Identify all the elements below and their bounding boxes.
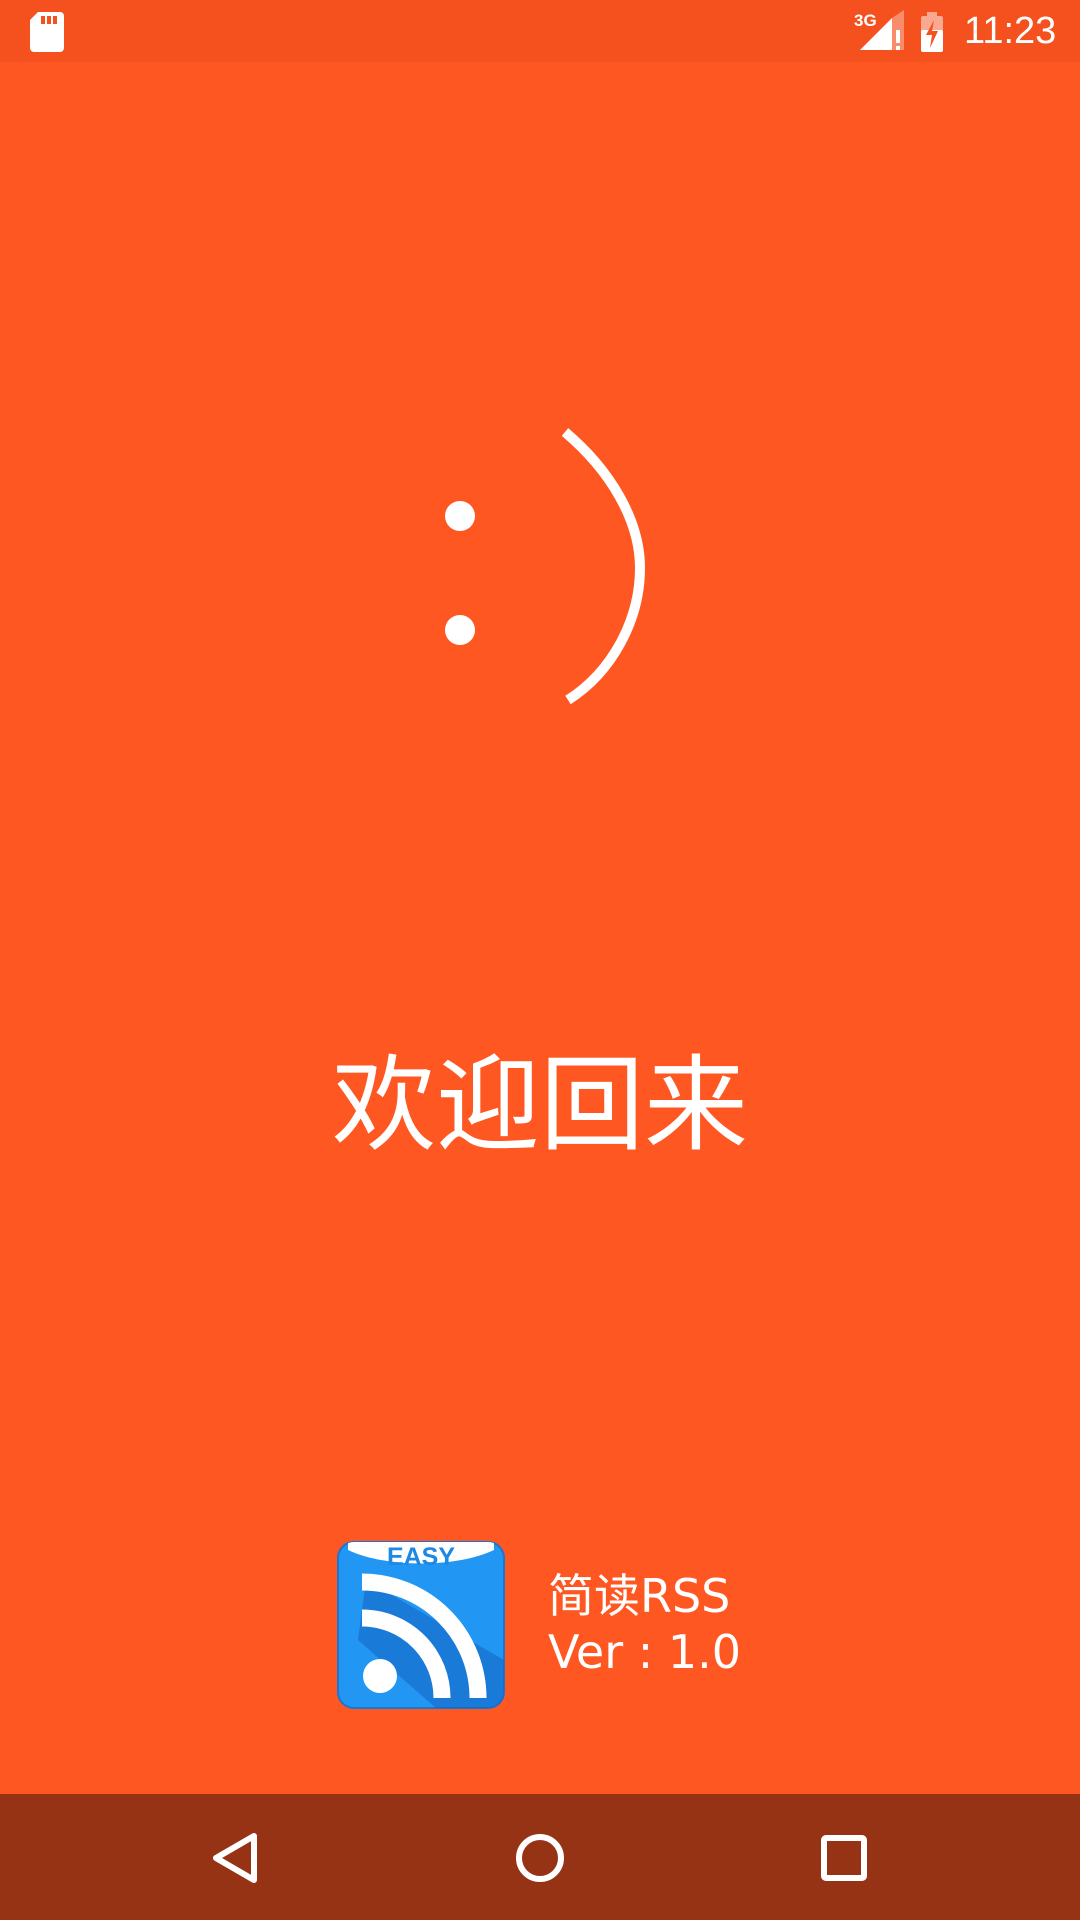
status-bar: 3G 11:23 [0,0,1080,62]
rss-dot [363,1659,397,1693]
smiley-emoticon [445,428,646,705]
signal-icon: 3G [854,10,904,50]
smiley-eye-bottom [445,615,475,645]
app-info: 简读RSS Ver : 1.0 [548,1568,741,1680]
app-version: Ver : 1.0 [548,1625,742,1679]
easy-rss-logo: EASY [337,1541,505,1709]
status-time: 11:23 [964,10,1057,52]
app-name: 简读RSS [548,1569,731,1623]
splash-screen: 3G 11:23 欢迎回来 EASY 简读RSS Ver: 1.0 [0,0,1080,1920]
navigation-bar [0,1794,1080,1920]
network-type-label: 3G [854,11,877,30]
welcome-text: 欢迎回来 [331,1044,748,1166]
logo-easy-label: EASY [387,1543,455,1571]
back-icon[interactable] [196,1818,276,1898]
home-icon[interactable] [500,1818,580,1898]
battery-charging-icon [921,12,943,52]
smiley-eye-top [445,501,475,531]
recents-icon[interactable] [804,1818,884,1898]
smiley-mouth [561,428,646,705]
sd-card-icon [30,12,64,52]
